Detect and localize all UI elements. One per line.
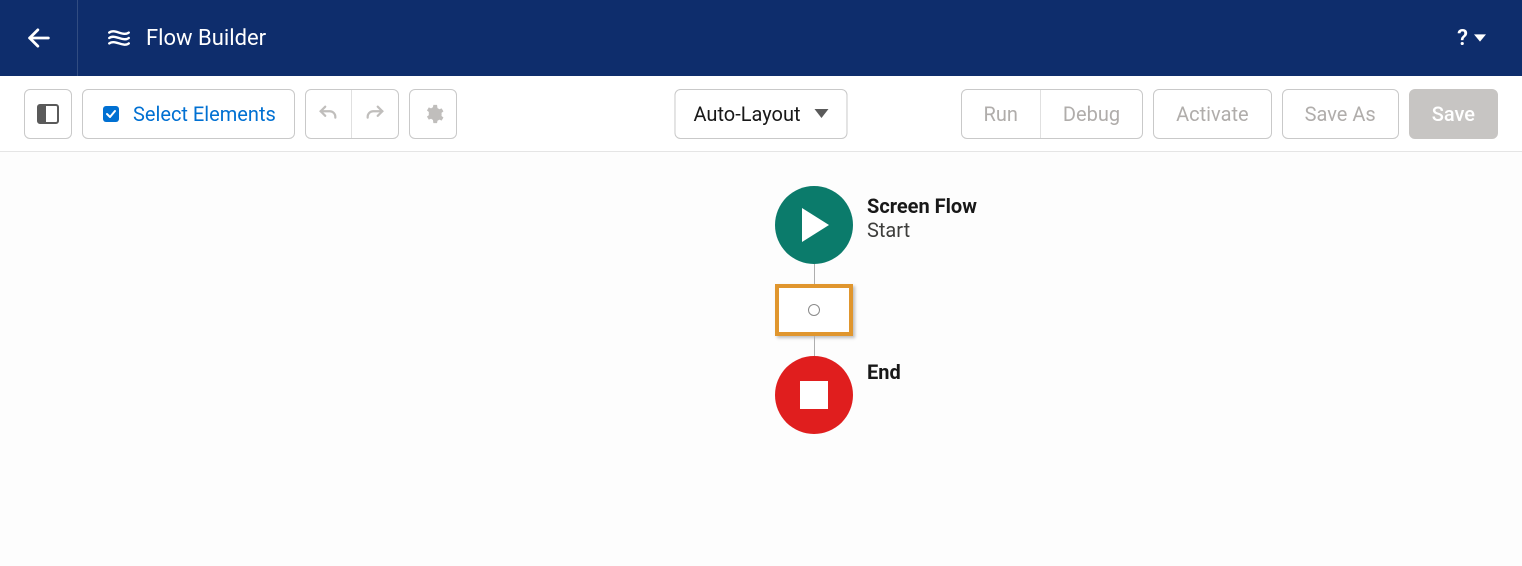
help-icon: ? xyxy=(1457,26,1468,51)
select-elements-label: Select Elements xyxy=(133,102,276,126)
end-node-row: End xyxy=(775,356,853,434)
select-icon xyxy=(101,104,121,124)
play-icon xyxy=(799,208,829,242)
connector-line xyxy=(814,336,815,356)
undo-icon xyxy=(317,103,339,125)
caret-down-icon xyxy=(1474,32,1486,44)
settings-button[interactable] xyxy=(409,89,457,139)
arrow-left-icon xyxy=(25,24,53,52)
start-node-title: Screen Flow xyxy=(867,194,977,218)
start-node-label: Screen Flow Start xyxy=(867,194,977,242)
chevron-down-icon xyxy=(815,109,829,119)
debug-button[interactable]: Debug xyxy=(1041,90,1142,138)
save-as-button[interactable]: Save As xyxy=(1282,89,1399,139)
layout-mode-label: Auto-Layout xyxy=(693,102,800,126)
flow-app-icon xyxy=(106,25,132,51)
run-debug-group: Run Debug xyxy=(961,89,1144,139)
layout-mode-dropdown[interactable]: Auto-Layout xyxy=(674,89,847,139)
app-title: Flow Builder xyxy=(146,26,266,51)
start-node-row: Screen Flow Start xyxy=(775,186,853,264)
activate-button[interactable]: Activate xyxy=(1153,89,1272,139)
back-button[interactable] xyxy=(0,0,78,76)
select-elements-button[interactable]: Select Elements xyxy=(82,89,295,139)
start-node-subtitle: Start xyxy=(867,218,977,242)
start-node[interactable]: Screen Flow Start xyxy=(775,186,853,264)
flow-canvas[interactable]: Screen Flow Start End xyxy=(0,152,1522,566)
action-buttons: Run Debug Activate Save As Save xyxy=(961,89,1499,139)
redo-button[interactable] xyxy=(352,90,398,138)
app-label: Flow Builder xyxy=(78,25,266,51)
add-element-button[interactable] xyxy=(775,284,853,336)
undo-redo-group xyxy=(305,89,399,139)
end-node-title: End xyxy=(867,360,901,384)
gear-icon xyxy=(422,103,444,125)
toolbar: Select Elements Auto-Layout Run Debug xyxy=(0,76,1522,152)
undo-button[interactable] xyxy=(306,90,352,138)
app-header: Flow Builder ? xyxy=(0,0,1522,76)
toggle-sidebar-button[interactable] xyxy=(24,89,72,139)
flow-column: Screen Flow Start End xyxy=(775,186,853,434)
help-menu[interactable]: ? xyxy=(1457,26,1522,51)
end-node[interactable]: End xyxy=(775,356,853,434)
save-button[interactable]: Save xyxy=(1409,89,1498,139)
panel-icon xyxy=(37,104,59,124)
connector-line xyxy=(814,264,815,284)
run-button[interactable]: Run xyxy=(962,90,1041,138)
stop-icon xyxy=(800,381,828,409)
redo-icon xyxy=(364,103,386,125)
add-circle-icon xyxy=(808,304,820,316)
